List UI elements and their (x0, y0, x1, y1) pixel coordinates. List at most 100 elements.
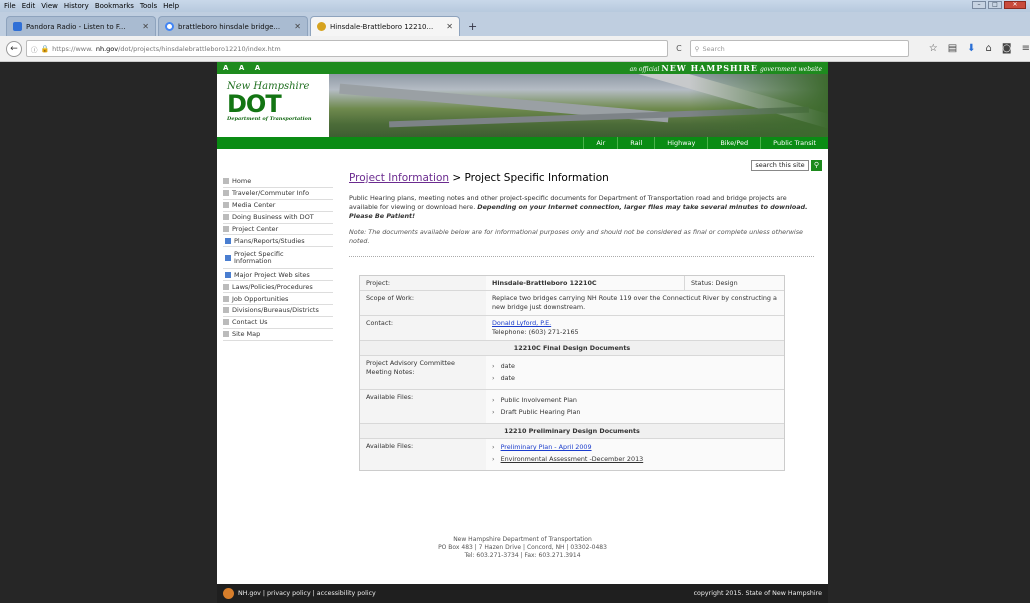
nh-gov-logo-icon[interactable] (223, 588, 234, 599)
pac-label: Project Advisory Committee Meeting Notes… (366, 359, 455, 376)
sidebar-item-contact[interactable]: Contact Us (223, 317, 333, 329)
menu-help[interactable]: Help (163, 2, 179, 10)
menu-edit[interactable]: Edit (22, 2, 36, 10)
home-icon[interactable]: ⌂ (986, 43, 992, 54)
menu-view[interactable]: View (41, 2, 58, 10)
mode-nav: Air Rail Highway Bike/Ped Public Transit (217, 137, 828, 149)
bullet-icon (225, 271, 231, 278)
bottom-links[interactable]: NH.gov | privacy policy | accessibility … (238, 590, 376, 597)
pocket-icon[interactable]: ◙ (1002, 43, 1012, 54)
disclaimer-note: Note: The documents available below are … (349, 228, 803, 245)
bullet-icon (223, 319, 229, 326)
sidebar-item-laws[interactable]: Laws/Policies/Procedures (223, 281, 333, 294)
list-item[interactable]: Public Involvement Plan (492, 396, 778, 404)
table-row: Available Files: Public Involvement Plan… (360, 390, 784, 424)
nav-air[interactable]: Air (583, 137, 617, 149)
highway-bridge-photo (329, 74, 828, 137)
site-search-button[interactable]: ⚲ (811, 160, 822, 171)
download-icon[interactable]: ⬇ (967, 43, 975, 54)
sidebar-item-project-specific[interactable]: Project Specific Information (223, 247, 333, 270)
tab-close-icon[interactable]: ✕ (142, 22, 149, 31)
new-tab-icon[interactable]: + (462, 20, 483, 36)
sidebar-item-home[interactable]: Home (223, 176, 333, 188)
address-bar[interactable]: ⓘ 🔒 https://www. nh.gov/dot/projects/hins… (25, 40, 669, 57)
sidebar-item-traveler[interactable]: Traveler/Commuter Info (223, 188, 333, 200)
list-item[interactable]: date (492, 362, 778, 370)
google-favicon-icon (165, 22, 174, 31)
lock-icon: 🔒 (40, 44, 50, 53)
menu-tools[interactable]: Tools (140, 2, 157, 10)
menu-file[interactable]: File (4, 2, 16, 10)
table-row: Available Files: Preliminary Plan - Apri… (360, 439, 784, 470)
tab-bar: Pandora Radio - Listen to F... ✕ brattle… (0, 12, 1030, 36)
final-files-list: Public Involvement Plan Draft Public Hea… (486, 390, 784, 423)
sidebar-item-divisions[interactable]: Divisions/Bureaus/Districts (223, 305, 333, 317)
sidebar-item-business[interactable]: Doing Business with DOT (223, 212, 333, 224)
reading-list-icon[interactable]: ▤ (948, 43, 957, 54)
url-domain: nh.gov (95, 44, 119, 53)
nav-rail[interactable]: Rail (617, 137, 654, 149)
text-size-controls[interactable]: A A A (223, 64, 264, 72)
bookmark-star-icon[interactable]: ☆ (929, 43, 938, 54)
table-row: Project: Hinsdale-Brattleboro 12210C Sta… (360, 276, 784, 291)
nav-public-transit[interactable]: Public Transit (760, 137, 828, 149)
site-search-input[interactable]: search this site (751, 160, 809, 171)
bullet-icon (223, 283, 229, 290)
official-strip: A A A an official NEW HAMPSHIRE governme… (217, 62, 828, 74)
tab-pandora[interactable]: Pandora Radio - Listen to F... ✕ (6, 16, 156, 36)
list-item[interactable]: date (492, 374, 778, 382)
pandora-favicon-icon (13, 22, 22, 31)
preliminary-plan-link[interactable]: Preliminary Plan - April 2009 (501, 443, 592, 451)
bullet-icon (223, 331, 229, 338)
menu-bookmarks[interactable]: Bookmarks (95, 2, 134, 10)
main-content: Project Information > Project Specific I… (349, 172, 814, 257)
page-title: Project Information > Project Specific I… (349, 172, 814, 184)
environmental-assessment-link[interactable]: Environmental Assessment -December 2013 (501, 455, 644, 463)
tab-hinsdale-brattleboro[interactable]: Hinsdale-Brattleboro 12210... ✕ (310, 16, 460, 36)
table-row: Project Advisory Committee Meeting Notes… (360, 356, 784, 390)
site-search: search this site ⚲ (751, 160, 822, 171)
tab-close-icon[interactable]: ✕ (446, 22, 453, 31)
sidebar-item-plans[interactable]: Plans/Reports/Studies (223, 235, 333, 248)
header-banner: New Hampshire DOT Department of Transpor… (217, 74, 828, 137)
footer-address: PO Box 483 | 7 Hazen Drive | Concord, NH… (438, 544, 607, 551)
tab-close-icon[interactable]: ✕ (294, 22, 301, 31)
toolbar-icons: ☆ ▤ ⬇ ⌂ ◙ ≡ (929, 43, 1030, 54)
web-page: A A A an official NEW HAMPSHIRE governme… (217, 62, 828, 603)
bullet-icon (225, 254, 231, 261)
contact-phone: Telephone: (603) 271-2165 (492, 328, 579, 336)
minimize-icon[interactable]: – (972, 1, 986, 9)
menu-history[interactable]: History (64, 2, 89, 10)
page-footer: New Hampshire Department of Transportati… (217, 536, 828, 560)
list-item[interactable]: Draft Public Hearing Plan (492, 408, 778, 416)
files-label: Available Files: (366, 393, 414, 401)
sidebar-item-jobs[interactable]: Job Opportunities (223, 293, 333, 306)
tab-google-search[interactable]: brattleboro hinsdale bridge... ✕ (158, 16, 308, 36)
nav-bike-ped[interactable]: Bike/Ped (707, 137, 760, 149)
url-prefix: https://www. (52, 44, 93, 53)
reload-icon[interactable]: C (672, 44, 686, 53)
sidebar-item-major-projects[interactable]: Major Project Web sites (223, 269, 333, 282)
project-label: Project: (366, 279, 391, 287)
sidebar-item-project-center[interactable]: Project Center (223, 224, 333, 236)
hamburger-menu-icon[interactable]: ≡ (1022, 43, 1030, 54)
breadcrumb-project-information-link[interactable]: Project Information (349, 172, 449, 184)
sidebar-item-media[interactable]: Media Center (223, 200, 333, 212)
magnifier-icon: ⚲ (694, 44, 700, 53)
bullet-icon (223, 190, 229, 197)
info-icon[interactable]: ⓘ (31, 44, 38, 54)
status-badge: Status: Design (684, 276, 784, 290)
search-icon: ⚲ (813, 161, 820, 169)
intro-paragraph: Public Hearing plans, meeting notes and … (349, 194, 808, 220)
contact-name-link[interactable]: Donald Lyford, P.E. (492, 319, 551, 327)
maximize-icon[interactable]: □ (988, 1, 1002, 9)
back-arrow-icon[interactable]: ← (6, 40, 22, 57)
nav-highway[interactable]: Highway (654, 137, 707, 149)
prelim-files-list: Preliminary Plan - April 2009 Environmen… (486, 439, 784, 470)
close-icon[interactable]: ✕ (1004, 1, 1026, 9)
divider (349, 256, 814, 257)
bullet-icon (223, 295, 229, 302)
sidebar-item-sitemap[interactable]: Site Map (223, 329, 333, 341)
nhdot-logo[interactable]: New Hampshire DOT Department of Transpor… (217, 74, 329, 137)
browser-search-input[interactable]: ⚲ Search (689, 40, 909, 57)
